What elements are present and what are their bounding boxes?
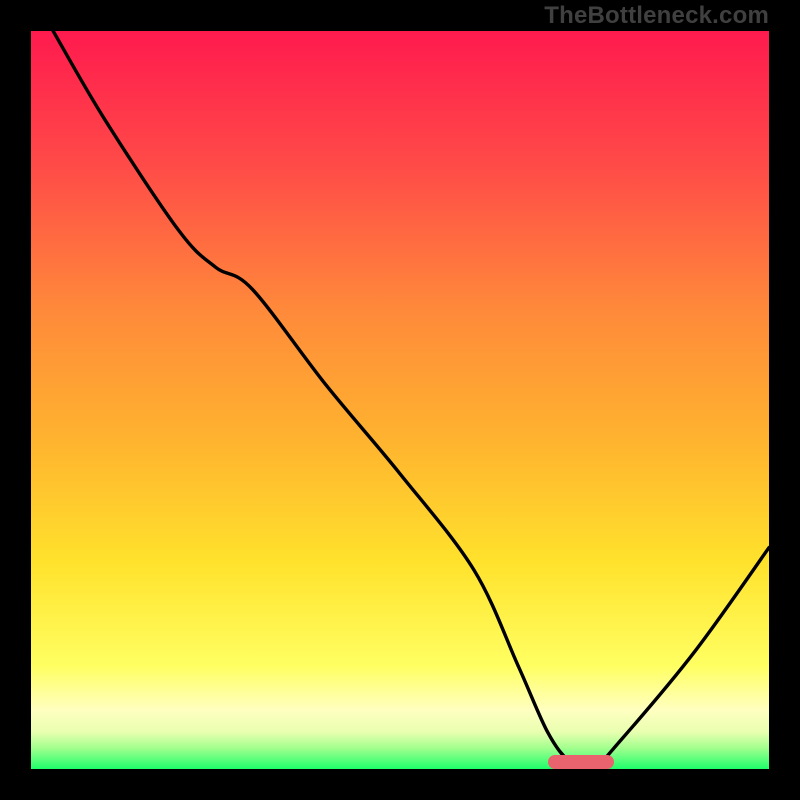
optimal-range-marker <box>548 755 614 769</box>
attribution-label: TheBottleneck.com <box>544 2 769 30</box>
bottleneck-curve <box>31 31 769 769</box>
chart-frame <box>31 31 769 769</box>
